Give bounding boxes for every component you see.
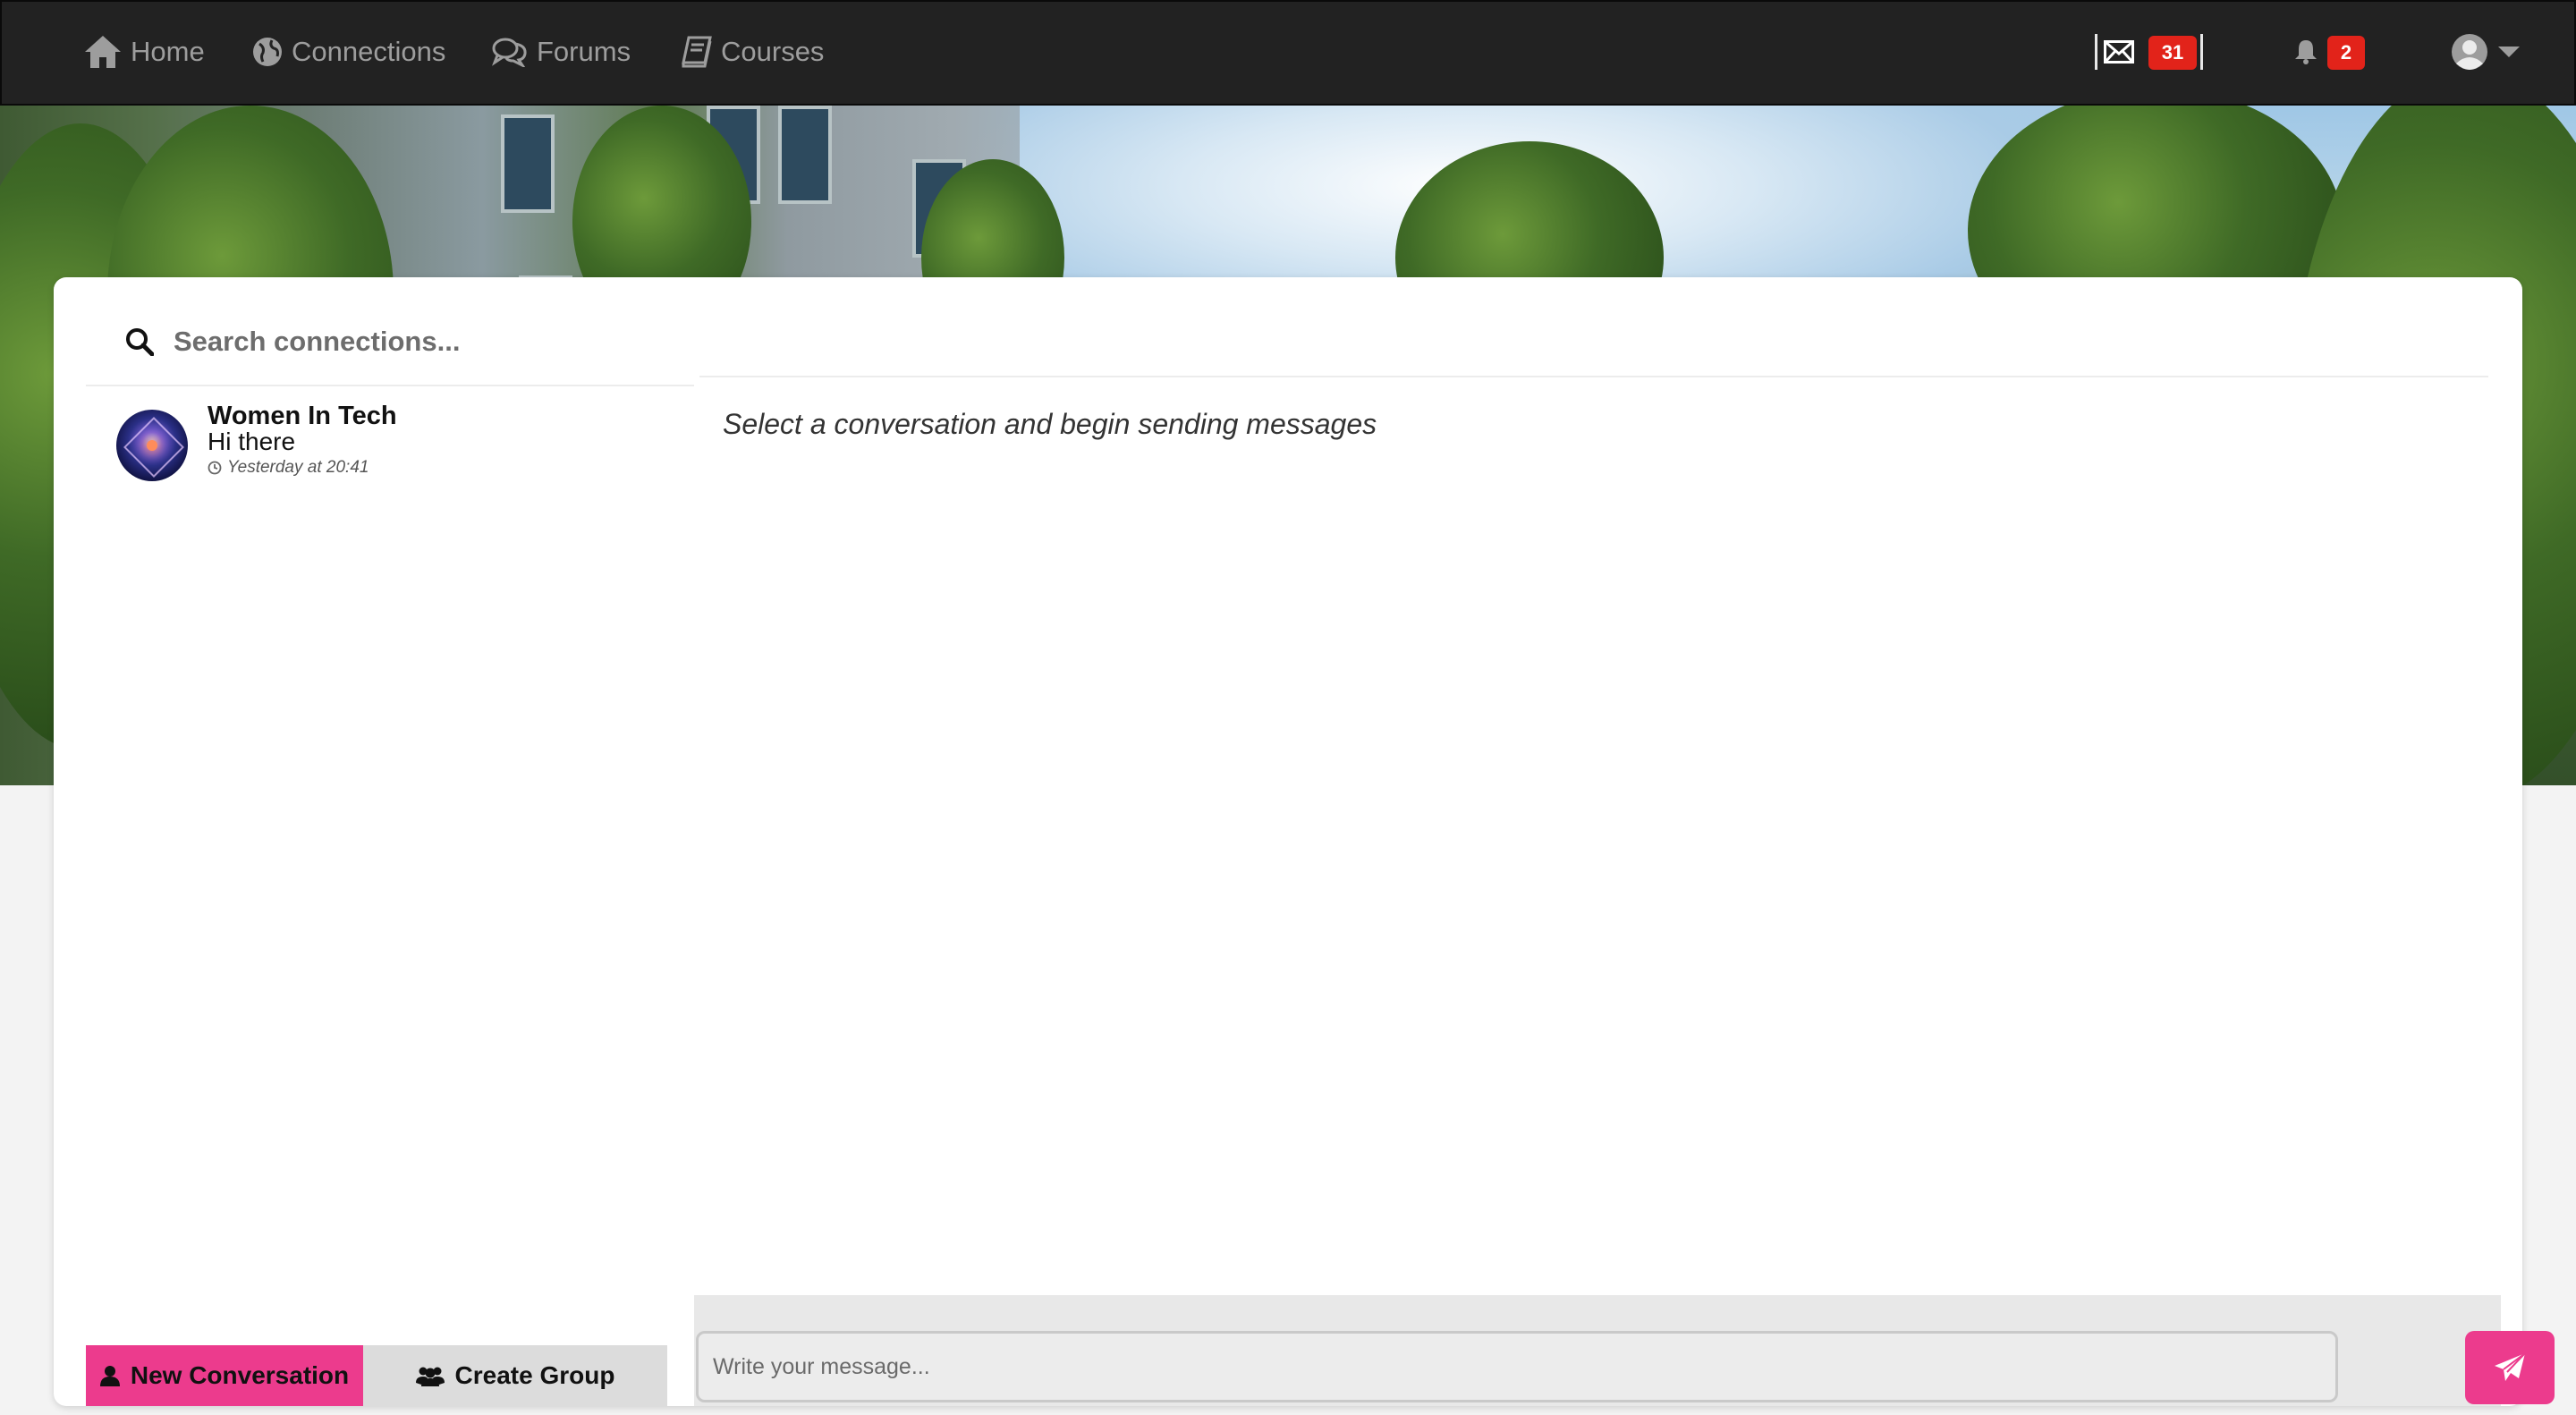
comments-icon bbox=[492, 38, 527, 67]
send-button[interactable] bbox=[2465, 1331, 2555, 1404]
messenger-card: Women In Tech Hi there Yesterday at 20:4… bbox=[54, 277, 2555, 1406]
conversation-timestamp: Yesterday at 20:41 bbox=[208, 458, 397, 478]
search-input[interactable] bbox=[174, 326, 639, 358]
paper-plane-icon bbox=[2495, 1352, 2526, 1381]
nav-divider bbox=[2200, 34, 2203, 70]
messages-count-badge: 31 bbox=[2148, 36, 2197, 70]
nav-forums-label: Forums bbox=[537, 36, 631, 67]
new-conversation-label: New Conversation bbox=[130, 1361, 350, 1389]
user-avatar-icon bbox=[2452, 34, 2487, 70]
nav-divider bbox=[2095, 34, 2097, 70]
nav-courses-label: Courses bbox=[721, 36, 825, 67]
conversation-list-item[interactable]: Women In Tech Hi there Yesterday at 20:4… bbox=[116, 394, 689, 492]
conversation-name: Women In Tech bbox=[208, 402, 397, 430]
nav-connections[interactable]: Connections bbox=[252, 2, 445, 102]
search-bar bbox=[125, 313, 662, 370]
nav-courses[interactable]: Courses bbox=[682, 2, 824, 102]
envelope-icon bbox=[2104, 40, 2134, 64]
create-group-label: Create Group bbox=[454, 1361, 615, 1389]
top-navbar: Home Connections Forums Courses 31 2 bbox=[0, 0, 2576, 106]
user-menu[interactable] bbox=[2451, 2, 2521, 102]
divider bbox=[699, 376, 2488, 377]
divider bbox=[86, 385, 694, 386]
message-composer bbox=[694, 1295, 2555, 1406]
create-group-button[interactable]: Create Group bbox=[363, 1345, 667, 1406]
nav-home-label: Home bbox=[131, 36, 205, 67]
nav-notifications[interactable] bbox=[2293, 2, 2318, 102]
nav-messages[interactable] bbox=[2104, 2, 2134, 102]
new-conversation-button[interactable]: New Conversation bbox=[86, 1345, 363, 1406]
users-icon bbox=[415, 1367, 445, 1386]
conversation-timestamp-text: Yesterday at 20:41 bbox=[227, 458, 369, 477]
clock-icon bbox=[208, 461, 222, 475]
conversation-text: Women In Tech Hi there Yesterday at 20:4… bbox=[208, 402, 397, 478]
nav-home[interactable]: Home bbox=[84, 2, 205, 102]
bell-icon bbox=[2295, 40, 2317, 64]
nav-forums[interactable]: Forums bbox=[492, 2, 631, 102]
book-icon bbox=[682, 36, 712, 68]
nav-connections-label: Connections bbox=[292, 36, 446, 67]
notifications-count-badge: 2 bbox=[2327, 36, 2365, 70]
home-icon bbox=[85, 36, 121, 68]
globe-icon bbox=[253, 38, 282, 66]
user-icon bbox=[99, 1366, 120, 1386]
caret-down-icon bbox=[2498, 47, 2520, 57]
search-icon bbox=[126, 328, 154, 356]
conversation-last-message: Hi there bbox=[208, 428, 296, 455]
conversation-avatar bbox=[116, 410, 188, 481]
empty-conversation-hint: Select a conversation and begin sending … bbox=[723, 408, 1377, 440]
message-input[interactable] bbox=[696, 1331, 2338, 1402]
